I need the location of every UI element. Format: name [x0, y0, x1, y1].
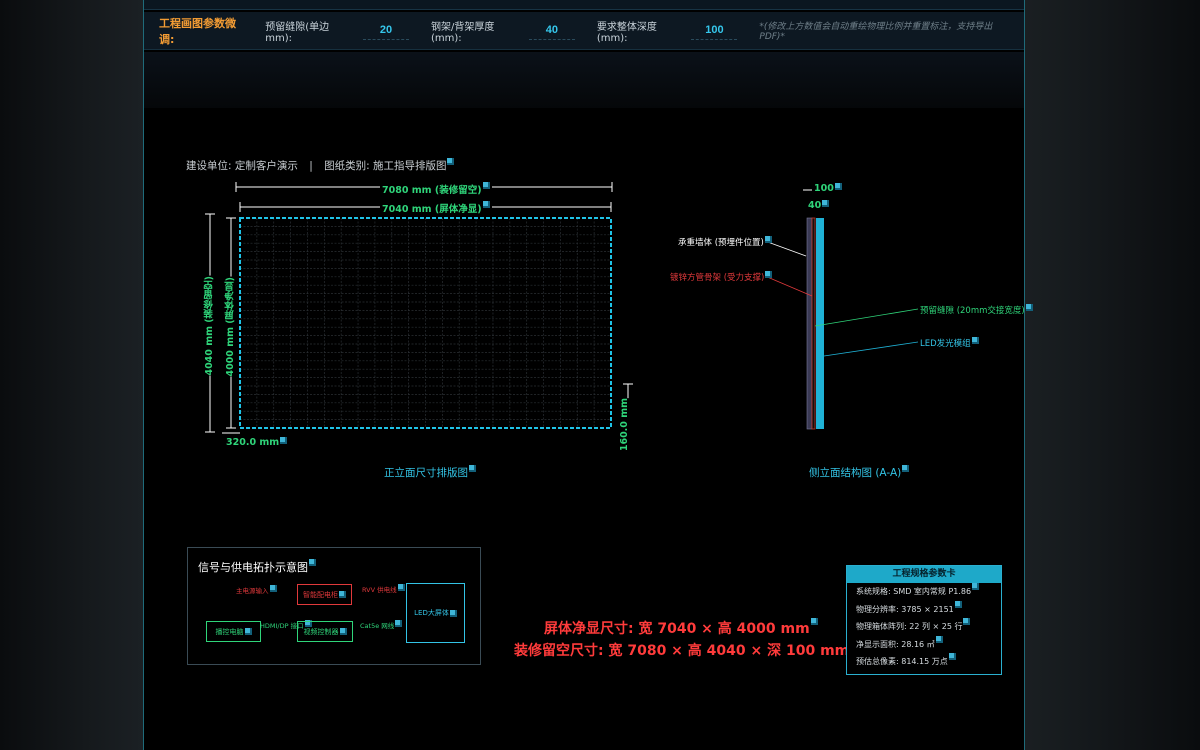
player-pc-node[interactable]: 播控电脑 [206, 621, 261, 642]
topology-title: 信号与供电拓扑示意图 [198, 559, 316, 575]
module-height-label: 160.0 mm [619, 398, 630, 452]
spec-card: 工程规格参数卡 系统规格: SMD 室内常规 P1.86 物理分辨率: 3785… [846, 565, 1002, 675]
spec-row: 净显示面积: 28.16 ㎡ [847, 635, 1001, 654]
video-controller-node[interactable]: 视频控制器 [297, 621, 353, 642]
edit-marker-icon[interactable] [269, 585, 277, 592]
edit-marker-icon[interactable] [449, 609, 457, 617]
depth-total-label: 100 [812, 183, 844, 194]
edit-marker-icon[interactable] [309, 559, 316, 566]
edit-marker-icon[interactable] [482, 182, 490, 189]
spec-row: 物理箱体阵列: 22 列 × 25 行 [847, 618, 1001, 636]
edit-marker-icon[interactable] [954, 600, 962, 608]
side-led-layer [816, 218, 824, 429]
led-module-label: LED发光模组 [920, 337, 979, 349]
edit-marker-icon[interactable] [971, 337, 979, 344]
edit-marker-icon[interactable] [935, 635, 943, 643]
side-wall-layer [806, 217, 813, 430]
edit-marker-icon[interactable] [765, 271, 773, 278]
edit-marker-icon[interactable] [822, 200, 830, 207]
edit-marker-icon[interactable] [339, 591, 346, 598]
outer-width-label: 7080 mm (装修留空) [380, 182, 492, 196]
spec-row: 预估总像素: 814.15 万点 [847, 653, 1001, 671]
module-width-label: 320.0 mm [224, 437, 290, 448]
spec-row: 系统规格: SMD 室内常规 P1.86 [847, 583, 1001, 601]
edit-marker-icon[interactable] [469, 465, 476, 472]
edit-marker-icon[interactable] [902, 465, 910, 472]
edit-marker-icon[interactable] [810, 618, 818, 625]
side-caption: 侧立面结构图 (A-A) [809, 465, 910, 480]
steel-frame-label: 镀锌方管骨架 (受力支撑) [670, 271, 773, 283]
inner-width-label: 7040 mm (屏体净显) [380, 201, 492, 215]
leader-led [823, 341, 919, 357]
edit-marker-icon[interactable] [963, 618, 971, 625]
edit-marker-icon[interactable] [972, 583, 980, 590]
main-power-label: 主电源输入 [236, 585, 277, 595]
screen-size-summary: 屏体净显尺寸: 宽 7040 × 高 4000 mm [544, 618, 818, 638]
power-cabinet-node[interactable]: 智能配电柜 [297, 584, 352, 605]
edit-marker-icon[interactable] [482, 201, 490, 208]
side-steel-layer [811, 217, 816, 430]
spec-row: 物理分辨率: 3785 × 2151 [847, 600, 1001, 619]
edit-marker-icon[interactable] [948, 653, 956, 660]
edit-marker-icon[interactable] [280, 437, 288, 444]
led-screen-node[interactable]: LED大屏体 [406, 583, 465, 643]
wall-label: 承重墙体 (预埋件位置) [678, 236, 772, 248]
gap-note-label: 预留缝隙 (20mm交接宽度) [920, 304, 1033, 316]
rvv-label: RVV 供电线 [362, 584, 405, 594]
spec-card-title: 工程规格参数卡 [847, 566, 1001, 583]
edit-marker-icon[interactable] [395, 620, 403, 627]
depth-steel-label: 40 [806, 200, 832, 211]
edit-marker-icon[interactable] [764, 236, 772, 243]
edit-marker-icon[interactable] [244, 628, 252, 635]
edit-marker-icon[interactable] [1025, 304, 1033, 311]
screen-cabinet-grid [240, 218, 611, 428]
edit-marker-icon[interactable] [397, 584, 405, 591]
edit-marker-icon[interactable] [339, 628, 347, 635]
inner-height-label: 4000 mm (屏体净显) [224, 277, 238, 377]
outer-height-label: 4040 mm (装修留空) [203, 276, 217, 376]
leader-gap [814, 308, 919, 327]
edit-marker-icon[interactable] [834, 183, 842, 190]
front-caption: 正立面尺寸排版图 [384, 465, 476, 480]
cat6-label: Cat5e 网线 [360, 620, 403, 630]
opening-size-summary: 装修留空尺寸: 宽 7080 × 高 4040 × 深 100 mm [514, 640, 858, 660]
